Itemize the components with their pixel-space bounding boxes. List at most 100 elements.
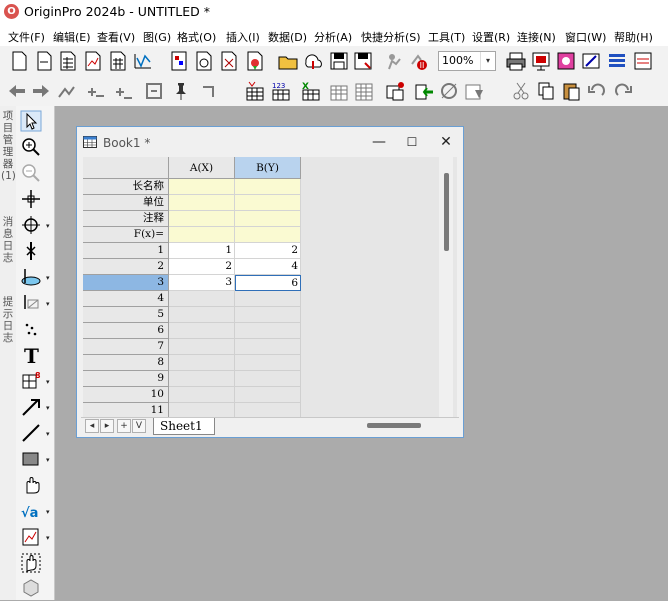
new-3d-icon[interactable]: [244, 50, 266, 72]
prev-sheet-button[interactable]: ◂: [85, 419, 99, 433]
3d-rotate-tool-icon[interactable]: [20, 576, 42, 598]
workbook-window[interactable]: Book1 * — ☐ ✕ A(X) B(Y) 长名称 单位 注释 F(x)= …: [76, 126, 464, 438]
digitizer-icon[interactable]: [438, 80, 460, 102]
row-label-formula[interactable]: F(x)=: [83, 227, 169, 243]
new-excel-icon[interactable]: [218, 50, 240, 72]
corner-cell[interactable]: [83, 157, 169, 179]
insert-graph-tool-icon[interactable]: ▾: [20, 526, 50, 548]
equation-tool-icon[interactable]: √a ▾: [20, 500, 50, 522]
table-cell[interactable]: [169, 387, 235, 403]
arrow-right-icon[interactable]: [30, 80, 52, 102]
menu-quick-analysis[interactable]: 快捷分析(S): [361, 29, 421, 45]
new-project-icon[interactable]: [8, 50, 30, 72]
menu-file[interactable]: 文件(F): [8, 29, 45, 45]
tab-smart-hint-log[interactable]: 提示日志: [1, 296, 15, 344]
data-reader-tool-icon[interactable]: ▾: [20, 214, 50, 236]
code-builder-icon[interactable]: [580, 50, 602, 72]
results-log-icon[interactable]: [606, 50, 628, 72]
cut-icon[interactable]: [510, 80, 532, 102]
meta-cell[interactable]: [169, 211, 235, 227]
open-icon[interactable]: [277, 50, 299, 72]
new-layout-icon[interactable]: [168, 50, 190, 72]
row-header-selected[interactable]: 3: [83, 275, 169, 291]
chevron-down-icon[interactable]: ▾: [46, 456, 50, 464]
statistics-icon[interactable]: X: [300, 80, 322, 102]
table-cell[interactable]: [169, 371, 235, 387]
batch-plot-icon[interactable]: [383, 50, 405, 72]
move-tool-icon[interactable]: [20, 552, 42, 574]
menu-edit[interactable]: 编辑(E): [53, 29, 91, 45]
menu-analysis[interactable]: 分析(A): [314, 29, 352, 45]
chevron-down-icon[interactable]: ▾: [46, 274, 50, 282]
line-tool-icon[interactable]: ▾: [20, 422, 50, 444]
fill-numbers-icon[interactable]: 123: [270, 80, 292, 102]
tab-project-explorer[interactable]: 项目管理器 (1): [1, 110, 16, 182]
meta-cell[interactable]: [235, 195, 301, 211]
new-graph-icon[interactable]: [82, 50, 104, 72]
arrow-left-icon[interactable]: [6, 80, 28, 102]
table-cell[interactable]: [169, 307, 235, 323]
undo-icon[interactable]: [586, 80, 608, 102]
recalculate-icon[interactable]: II: [408, 50, 430, 72]
active-cell[interactable]: 6: [235, 275, 301, 291]
add-row-icon[interactable]: [112, 80, 134, 102]
next-sheet-button[interactable]: ▸: [100, 419, 114, 433]
zoom-select[interactable]: 100% ▾: [438, 51, 496, 71]
row-header[interactable]: 6: [83, 323, 169, 339]
menu-settings[interactable]: 设置(R): [472, 29, 510, 45]
vertical-scrollbar[interactable]: [439, 157, 453, 419]
new-matrix-icon[interactable]: [107, 50, 129, 72]
menu-connect[interactable]: 连接(N): [517, 29, 556, 45]
row-header[interactable]: 4: [83, 291, 169, 307]
table-cell[interactable]: [169, 323, 235, 339]
new-workbook-icon[interactable]: [57, 50, 79, 72]
meta-cell[interactable]: [169, 179, 235, 195]
table-cell[interactable]: [169, 355, 235, 371]
mask-tool-icon[interactable]: ▾: [20, 292, 50, 314]
row-label-long-name[interactable]: 长名称: [83, 179, 169, 195]
copy-icon[interactable]: [535, 80, 557, 102]
table-cell[interactable]: [169, 291, 235, 307]
menu-window[interactable]: 窗口(W): [565, 29, 606, 45]
save-template-icon[interactable]: [352, 50, 374, 72]
column-header-a[interactable]: A(X): [169, 157, 235, 179]
image-export-icon[interactable]: [555, 50, 577, 72]
screen-reader-tool-icon[interactable]: [20, 188, 42, 210]
add-column-icon[interactable]: [84, 80, 106, 102]
table-cell[interactable]: [235, 339, 301, 355]
row-header[interactable]: 7: [83, 339, 169, 355]
transpose-icon[interactable]: [353, 80, 375, 102]
hand-tool-icon[interactable]: [20, 474, 42, 496]
table-cell[interactable]: [235, 355, 301, 371]
menu-graph[interactable]: 图(G): [143, 29, 171, 45]
add-layer-icon[interactable]: [56, 80, 78, 102]
column-header-b[interactable]: B(Y): [235, 157, 301, 179]
menu-help[interactable]: 帮助(H): [614, 29, 653, 45]
row-header[interactable]: 8: [83, 355, 169, 371]
workbook-title-bar[interactable]: Book1 * — ☐ ✕: [77, 127, 463, 157]
menu-tools[interactable]: 工具(T): [428, 29, 465, 45]
paste-icon[interactable]: [560, 80, 582, 102]
redraw-icon[interactable]: [198, 80, 220, 102]
menu-format[interactable]: 格式(O): [177, 29, 216, 45]
print-icon[interactable]: [505, 50, 527, 72]
tab-messages-log[interactable]: 消息日志: [1, 216, 15, 264]
arrow-tool-icon[interactable]: ▾: [20, 396, 50, 418]
pointer-tool-icon[interactable]: [20, 110, 42, 132]
save-icon[interactable]: [328, 50, 350, 72]
menu-data[interactable]: 数据(D): [268, 29, 307, 45]
table-cell[interactable]: 4: [235, 259, 301, 275]
meta-cell[interactable]: [169, 227, 235, 243]
region-of-interest-tool-icon[interactable]: ▾: [20, 266, 50, 288]
scrollbar-thumb[interactable]: [444, 173, 449, 251]
chevron-down-icon[interactable]: ▾: [46, 430, 50, 438]
close-button[interactable]: ✕: [435, 132, 457, 152]
row-header[interactable]: 5: [83, 307, 169, 323]
annotation-tool-icon[interactable]: 8 ▾: [20, 370, 50, 392]
new-notes-icon[interactable]: [193, 50, 215, 72]
table-cell[interactable]: [235, 307, 301, 323]
new-function-icon[interactable]: [132, 50, 154, 72]
table-cell[interactable]: [235, 291, 301, 307]
table-cell[interactable]: [235, 387, 301, 403]
tab-sheet1[interactable]: Sheet1: [153, 418, 215, 435]
